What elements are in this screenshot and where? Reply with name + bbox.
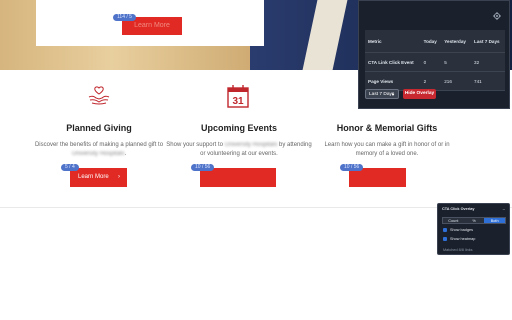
giving-hands-icon	[88, 86, 110, 105]
widget-title: CTA Click Overlay	[442, 207, 475, 211]
table-row: Page Views 2 216 741	[365, 71, 505, 91]
card-description: Learn how you can make a gift in honor o…	[314, 141, 460, 158]
card-description-text: Learn how you can make a gift in honor o…	[324, 142, 450, 157]
click-count-badge: 5 / 4	[61, 164, 79, 171]
card-description-text: Discover the benefits of making a planne…	[34, 142, 164, 148]
card-description-text: Show your support to	[166, 142, 223, 148]
hide-overlay-button[interactable]: Hide Overlay	[403, 89, 436, 99]
card-title: Planned Giving	[66, 123, 132, 133]
chevron-down-icon: ▼	[391, 92, 395, 97]
table-cell: 741	[471, 71, 505, 91]
gear-icon[interactable]	[493, 12, 501, 20]
button-label: Learn More	[78, 174, 109, 180]
card-title: Upcoming Events	[200, 123, 277, 133]
card-title: Honor & Memorial Gifts	[336, 123, 438, 133]
card-description: Show your support to University Hospital…	[166, 141, 312, 158]
segment-both[interactable]: Both	[484, 218, 506, 223]
table-row: CTA Link Click Event 0 5 32	[365, 52, 505, 72]
column-header: Today	[420, 30, 442, 53]
minimize-icon[interactable]: –	[503, 206, 505, 211]
table-cell: 2	[420, 71, 442, 91]
table-cell: 5	[441, 52, 472, 72]
section-divider	[0, 207, 512, 208]
calendar-icon: 31	[227, 85, 249, 108]
show-heatmap-checkbox[interactable]	[443, 237, 447, 241]
click-count-badge: 114 / 5	[113, 14, 136, 21]
column-header: Yesterday	[441, 30, 472, 53]
card-honor-memorial: Honor & Memorial Gifts Learn how you can…	[314, 123, 460, 158]
show-heatmap-label: Show heatmap	[450, 237, 476, 241]
click-count-badge: 10 / 56	[340, 164, 364, 171]
column-header: Metric	[365, 30, 421, 53]
card-planned-giving: Planned Giving Discover the benefits of …	[26, 123, 172, 158]
card-description: Discover the benefits of making a planne…	[26, 141, 172, 158]
cta-click-overlay-widget: CTA Click Overlay – Count % Both Show ba…	[437, 203, 510, 255]
show-badges-label: Show badges	[450, 228, 474, 232]
table-cell: 0	[420, 52, 442, 72]
date-range-select[interactable]: Last 7 Days ▼	[365, 89, 399, 99]
segment-count[interactable]: Count	[443, 218, 464, 223]
redacted-text: University Hospitals	[224, 142, 278, 148]
analytics-overlay-panel: Metric Today Yesterday Last 7 Days CTA L…	[358, 0, 510, 109]
display-mode-toggle: Count % Both	[442, 217, 506, 224]
click-count-badge: 10 / 56	[191, 164, 215, 171]
table-cell: CTA Link Click Event	[365, 52, 421, 72]
table-cell: 32	[471, 52, 505, 72]
column-header: Last 7 Days	[471, 30, 505, 53]
table-header-row: Metric Today Yesterday Last 7 Days	[365, 30, 505, 53]
show-badges-checkbox[interactable]	[443, 228, 447, 232]
chevron-right-icon: ›	[118, 174, 120, 180]
card-upcoming-events: Upcoming Events Show your support to Uni…	[166, 123, 312, 158]
redacted-text: University Hospitals	[71, 150, 125, 157]
table-cell: 216	[441, 71, 472, 91]
metrics-table: Metric Today Yesterday Last 7 Days CTA L…	[365, 30, 505, 91]
calendar-number: 31	[232, 96, 244, 107]
segment-percent[interactable]: %	[463, 218, 485, 223]
table-cell: Page Views	[365, 71, 421, 91]
planned-giving-learn-more-button[interactable]: Learn More ›	[70, 168, 127, 187]
widget-footer: Matched 8/8 links	[443, 248, 473, 252]
